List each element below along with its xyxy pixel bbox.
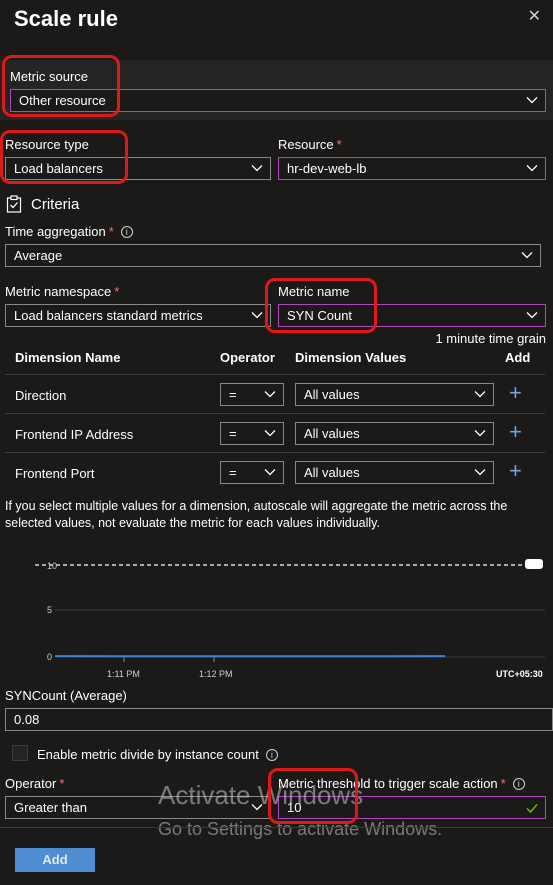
divider	[5, 413, 545, 414]
threshold-marker	[525, 559, 543, 569]
divide-checkbox[interactable]	[12, 745, 28, 761]
required-marker: *	[108, 224, 114, 239]
add-dimension-icon[interactable]: +	[509, 421, 522, 443]
metric-chart: 10 5 0 1:11 PM 1:12 PM UTC+05:30	[35, 559, 545, 679]
operator-dropdown[interactable]: =	[220, 461, 284, 484]
add-header: Add	[505, 350, 531, 365]
operator-value: =	[229, 465, 237, 480]
metric-source-label: Metric source	[10, 69, 89, 84]
info-icon[interactable]: i	[265, 749, 278, 761]
aggregation-note: If you select multiple values for a dime…	[5, 499, 508, 530]
chevron-down-icon	[526, 312, 538, 319]
operator-dropdown[interactable]: =	[220, 422, 284, 445]
metric-source-dropdown[interactable]: Other resource	[10, 89, 546, 112]
info-icon[interactable]: i	[512, 778, 525, 790]
metric-value-field: 0.08	[5, 708, 553, 731]
resource-value: hr-dev-web-lb	[287, 161, 367, 176]
y-tick-label: 0	[47, 652, 52, 662]
divider	[5, 374, 545, 375]
resource-type-dropdown[interactable]: Load balancers	[5, 157, 271, 180]
x-tick-label: 1:11 PM	[107, 669, 140, 679]
metric-value-label: SYNCount (Average)	[5, 688, 127, 703]
dimension-name: Direction	[15, 388, 67, 403]
dimension-name: Frontend IP Address	[15, 427, 134, 442]
timezone-label: UTC+05:30	[496, 669, 543, 679]
chevron-down-icon	[521, 252, 533, 259]
time-aggregation-dropdown[interactable]: Average	[5, 244, 541, 267]
metric-name-label: Metric name	[278, 284, 350, 299]
chevron-down-icon	[264, 391, 276, 398]
metric-name-dropdown[interactable]: SYN Count	[278, 304, 546, 327]
close-icon[interactable]: ✕	[528, 6, 541, 26]
chevron-down-icon	[474, 469, 486, 476]
time-aggregation-label: Time aggregation * i	[5, 224, 133, 239]
dimension-values-header: Dimension Values	[295, 350, 407, 365]
dimension-values-dropdown[interactable]: All values	[295, 461, 494, 484]
metric-source-value: Other resource	[19, 93, 106, 108]
footer-divider	[0, 827, 553, 828]
required-marker: *	[114, 284, 120, 299]
metric-name-value: SYN Count	[287, 308, 353, 323]
chevron-down-icon	[251, 165, 263, 172]
operator-value: =	[229, 387, 237, 402]
required-marker: *	[59, 776, 65, 791]
page-title: Scale rule	[14, 6, 118, 31]
metric-namespace-label: Metric namespace *	[5, 284, 120, 299]
divider	[5, 452, 545, 453]
time-aggregation-value: Average	[14, 248, 63, 263]
dimension-values-dropdown[interactable]: All values	[295, 422, 494, 445]
dimension-values-value: All values	[304, 387, 360, 402]
chevron-down-icon	[251, 312, 263, 319]
clipboard-icon	[6, 195, 22, 213]
resource-label: Resource *	[278, 137, 342, 152]
x-tick-label: 1:12 PM	[199, 669, 233, 679]
resource-type-value: Load balancers	[14, 161, 103, 176]
resource-dropdown[interactable]: hr-dev-web-lb	[278, 157, 546, 180]
add-dimension-icon[interactable]: +	[509, 382, 522, 404]
valid-check-icon	[526, 804, 538, 814]
operator-dropdown[interactable]: =	[220, 383, 284, 406]
operator-value: Greater than	[14, 800, 87, 815]
chevron-down-icon	[526, 97, 538, 104]
add-dimension-icon[interactable]: +	[509, 460, 522, 482]
operator-value: =	[229, 426, 237, 441]
dimension-values-value: All values	[304, 426, 360, 441]
y-tick-label: 5	[47, 605, 52, 615]
y-tick-label: 10	[47, 561, 57, 571]
chevron-down-icon	[474, 391, 486, 398]
dimension-name: Frontend Port	[15, 466, 95, 481]
chevron-down-icon	[526, 165, 538, 172]
operator-header: Operator	[220, 350, 275, 365]
activation-watermark-subtitle: Go to Settings to activate Windows.	[158, 819, 443, 839]
chevron-down-icon	[264, 469, 276, 476]
dimension-values-dropdown[interactable]: All values	[295, 383, 494, 406]
criteria-heading: Criteria	[31, 196, 80, 213]
chevron-down-icon	[264, 430, 276, 437]
required-marker: *	[336, 137, 342, 152]
time-grain-text: 1 minute time grain	[435, 331, 546, 346]
activation-watermark-title: Activate Windows	[158, 780, 364, 810]
resource-type-label: Resource type	[5, 137, 89, 152]
dimension-name-header: Dimension Name	[15, 350, 121, 365]
divide-checkbox-label: Enable metric divide by instance count i	[37, 747, 278, 762]
add-button[interactable]: Add	[15, 848, 95, 872]
metric-namespace-value: Load balancers standard metrics	[14, 308, 203, 323]
metric-namespace-dropdown[interactable]: Load balancers standard metrics	[5, 304, 271, 327]
operator-label: Operator *	[5, 776, 65, 791]
info-icon[interactable]: i	[120, 226, 133, 238]
required-marker: *	[500, 776, 506, 791]
chevron-down-icon	[474, 430, 486, 437]
dimension-values-value: All values	[304, 465, 360, 480]
